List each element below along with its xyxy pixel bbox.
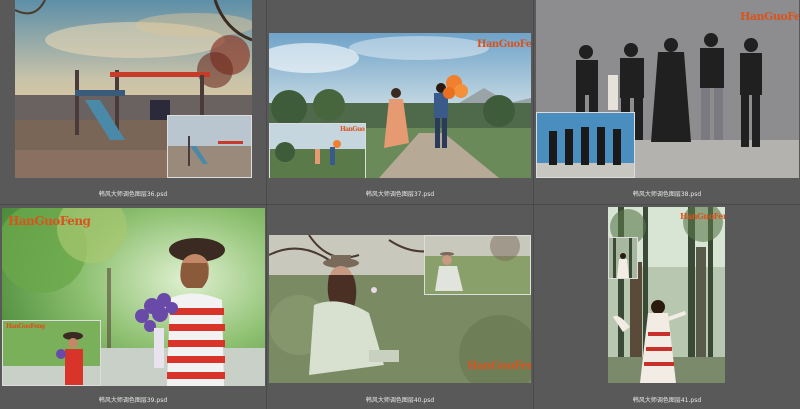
file-item-37[interactable]: HanGuoFeng HanGuoFeng 韩风大师调色图层37.psd xyxy=(267,0,533,204)
file-item-39[interactable]: HanGuoFeng HanGuoFeng 韩风大师调色图层39.psd xyxy=(0,205,266,409)
file-name: 韩风大师调色图层39.psd xyxy=(98,397,168,404)
thumbnail-playground[interactable] xyxy=(15,0,252,178)
file-item-40[interactable]: HanGuoFeng 韩风大师调色图层40.psd xyxy=(267,205,533,409)
file-name: 韩风大师调色图层41.psd xyxy=(632,397,702,404)
file-name: 韩风大师调色图层40.psd xyxy=(365,397,435,404)
file-name: 韩风大师调色图层36.psd xyxy=(98,191,168,198)
watermark-logo: HanGuoFeng xyxy=(6,323,45,330)
thumbnail-girl-flowers[interactable]: HanGuoFeng HanGuoFeng xyxy=(2,208,265,386)
inset-thumbnail xyxy=(536,112,635,178)
thumbnail-girl-in-forest[interactable]: HanGuoFeng xyxy=(608,207,725,383)
inset-thumbnail xyxy=(167,115,252,178)
thumbnail-girl-in-meadow[interactable]: HanGuoFeng xyxy=(269,235,531,383)
file-name: 韩风大师调色图层37.psd xyxy=(365,191,435,198)
thumbnail-band-photo[interactable]: HanGuoFeng xyxy=(536,0,799,178)
file-thumbnail-grid: 韩风大师调色图层36.psd HanGuoFe HanGuo 韩风大师调色图层3… xyxy=(0,0,800,409)
file-item-41[interactable]: HanGuoFeng 韩风大师调色图层41.psd xyxy=(534,205,800,409)
file-name: 韩风大师调色图层38.psd xyxy=(632,191,702,198)
file-item-38[interactable]: HanGuoFeng 韩风大师调色图层38.psd xyxy=(534,0,800,204)
watermark-logo: HanGuoFeng xyxy=(740,10,799,23)
watermark-logo: HanGuoFeng xyxy=(680,211,725,221)
inset-thumbnail: HanGuoFeng xyxy=(2,320,101,386)
watermark-logo: HanGuoFeng xyxy=(8,214,91,228)
inset-thumbnail: HanGuoFeng xyxy=(269,123,366,178)
inset-thumbnail xyxy=(424,235,531,295)
file-item-36[interactable]: 韩风大师调色图层36.psd xyxy=(0,0,266,204)
inset-thumbnail xyxy=(608,237,638,279)
watermark-logo: HanGuoFeng xyxy=(467,359,531,372)
thumbnail-couple-balloons[interactable]: HanGuoFeng HanGuoFeng xyxy=(269,33,531,178)
watermark-logo: HanGuoFeng xyxy=(477,39,531,50)
watermark-logo: HanGuoFeng xyxy=(340,126,365,133)
